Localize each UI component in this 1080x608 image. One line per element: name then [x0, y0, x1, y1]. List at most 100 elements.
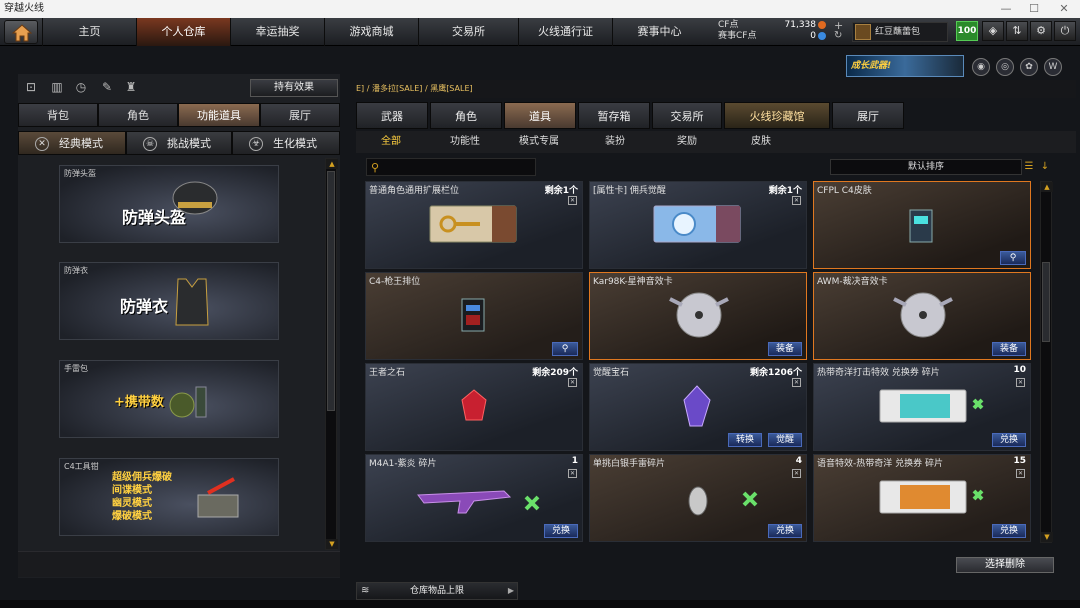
item-name: [属性卡] 佣兵觉醒: [593, 186, 666, 196]
maximize-button[interactable]: ☐: [1020, 0, 1048, 18]
holding-effect-button[interactable]: 持有效果: [250, 79, 338, 97]
filter-all[interactable]: 全部: [366, 133, 416, 151]
filter-dressup[interactable]: 装扮: [590, 133, 640, 151]
item-card[interactable]: 普通角色通用扩展栏位 剩余1个 ✕: [365, 181, 583, 269]
filter-mode-exclusive[interactable]: 模式专属: [508, 133, 570, 151]
item-card[interactable]: Kar98K-星神音效卡 装备: [589, 272, 807, 360]
tab-collection-hall[interactable]: 火线珍藏馆: [724, 102, 830, 129]
sort-dropdown[interactable]: 默认排序: [830, 159, 1022, 175]
item-card[interactable]: 语音特效-热带奇洋 兑换券 碎片 15 ✕ 兑换: [813, 454, 1031, 542]
filter-skins[interactable]: 皮肤: [736, 133, 786, 151]
minimize-button[interactable]: —: [992, 0, 1020, 18]
pack-display[interactable]: 红豆蘸蕾包: [852, 22, 948, 42]
clock-icon[interactable]: ◷: [72, 78, 90, 96]
home-button[interactable]: [4, 20, 38, 44]
item-card[interactable]: 热带奇洋打击特效 兑换券 碎片 10 ✕ 兑换: [813, 363, 1031, 451]
equip-button[interactable]: 装备: [768, 342, 802, 356]
item-card[interactable]: C4-枪王排位 ⚲: [365, 272, 583, 360]
w-badge-icon[interactable]: W: [1044, 58, 1062, 76]
mode-tab-zombie[interactable]: ☣ 生化模式: [232, 131, 340, 155]
redeem-button[interactable]: 兑换: [992, 524, 1026, 538]
mode-tab-challenge[interactable]: ☠ 挑战模式: [126, 131, 232, 155]
left-card-grenade[interactable]: 手雷包 +携带数: [59, 360, 279, 438]
left-scrollbar[interactable]: ▲ ▼: [325, 158, 338, 550]
left-tab-showroom[interactable]: 展厅: [260, 103, 340, 127]
mode-zombie-label: 生化模式: [273, 137, 317, 150]
trash-icon[interactable]: ✕: [568, 378, 577, 387]
shield-icon[interactable]: ◈: [982, 21, 1004, 41]
filter-rewards[interactable]: 奖励: [662, 133, 712, 151]
redeem-button[interactable]: 兑换: [544, 524, 578, 538]
equip-button[interactable]: 装备: [992, 342, 1026, 356]
tab-characters[interactable]: 角色: [430, 102, 502, 129]
awaken-button[interactable]: 觉醒: [768, 433, 802, 447]
left-card-helmet[interactable]: 防弹头盔 防弹头盔: [59, 165, 279, 243]
left-tab-function-items[interactable]: 功能道具: [178, 103, 260, 127]
search-input[interactable]: ⚲: [366, 158, 536, 176]
trash-icon[interactable]: ✕: [568, 469, 577, 478]
trash-icon[interactable]: ✕: [568, 196, 577, 205]
item-card[interactable]: AWM-裁决音效卡 装备: [813, 272, 1031, 360]
mode-tab-classic[interactable]: ✕ 经典模式: [18, 131, 126, 155]
sound-disc-icon: [893, 292, 953, 338]
select-delete-button[interactable]: 选择删除: [956, 557, 1054, 573]
item-card[interactable]: M4A1-紫炎 碎片 1 ✕ 兑换: [365, 454, 583, 542]
left-card-c4-pliers[interactable]: C4工具钳 超级佣兵爆破 间谍模式 幽灵模式 爆破模式: [59, 458, 279, 536]
item-name: 单挑白银手雷碎片: [593, 459, 666, 469]
nav-tab-home[interactable]: 主页: [42, 18, 136, 46]
scroll-up-icon[interactable]: ▲: [1041, 182, 1053, 192]
transfer-icon[interactable]: ⇅: [1006, 21, 1028, 41]
nav-tab-lucky-draw[interactable]: 幸运抽奖: [230, 18, 324, 46]
scroll-down-icon[interactable]: ▼: [326, 539, 338, 549]
tab-showroom[interactable]: 展厅: [832, 102, 904, 129]
convert-button[interactable]: 转换: [728, 433, 762, 447]
warehouse-capacity-bar[interactable]: ≋ 仓库物品上限 ▶: [356, 582, 518, 600]
redeem-button[interactable]: 兑换: [768, 524, 802, 538]
nav-tab-game-store[interactable]: 游戏商城: [324, 18, 418, 46]
preview-button[interactable]: ⚲: [552, 342, 578, 356]
item-card[interactable]: 觉醒宝石 剩余1206个 ✕ 转换 觉醒: [589, 363, 807, 451]
trash-icon[interactable]: ✕: [1016, 469, 1025, 478]
grid-scrollbar[interactable]: ▲ ▼: [1040, 181, 1053, 543]
power-icon[interactable]: ⏻: [1054, 21, 1076, 41]
nav-tab-exchange[interactable]: 交易所: [418, 18, 518, 46]
bag-icon[interactable]: ♜: [122, 78, 140, 96]
tab-weapons[interactable]: 武器: [356, 102, 428, 129]
scroll-up-icon[interactable]: ▲: [326, 159, 338, 169]
trash-icon[interactable]: ✕: [792, 196, 801, 205]
tab-items[interactable]: 道具: [504, 102, 576, 129]
item-card[interactable]: [属性卡] 佣兵觉醒 剩余1个 ✕: [589, 181, 807, 269]
nav-tab-battle-pass[interactable]: 火线通行证: [518, 18, 612, 46]
left-tab-character[interactable]: 角色: [98, 103, 178, 127]
trash-icon[interactable]: ✕: [1016, 378, 1025, 387]
nav-tab-event-center[interactable]: 赛事中心: [612, 18, 706, 46]
chart-icon[interactable]: ▥: [48, 78, 66, 96]
left-card-vest[interactable]: 防弹衣 防弹衣: [59, 262, 279, 340]
nav-tab-personal-warehouse[interactable]: 个人仓库: [136, 18, 230, 46]
scroll-down-icon[interactable]: ▼: [1041, 532, 1053, 542]
left-tab-backpack[interactable]: 背包: [18, 103, 98, 127]
gear-icon[interactable]: ⚙: [1030, 21, 1052, 41]
close-button[interactable]: ✕: [1050, 0, 1078, 18]
redeem-button[interactable]: 兑换: [992, 433, 1026, 447]
growth-weapon-banner[interactable]: 成长武器!: [846, 55, 964, 77]
trash-icon[interactable]: ✕: [792, 378, 801, 387]
trash-icon[interactable]: ✕: [792, 469, 801, 478]
filter-functional[interactable]: 功能性: [440, 133, 490, 151]
item-card[interactable]: 王者之石 剩余209个 ✕: [365, 363, 583, 451]
tools-icon[interactable]: ✎: [98, 78, 116, 96]
sort-arrow-icon[interactable]: ↓: [1038, 159, 1052, 175]
tab-storage-box[interactable]: 暂存箱: [578, 102, 650, 129]
tab-exchange[interactable]: 交易所: [652, 102, 722, 129]
target-badge-icon[interactable]: ◎: [996, 58, 1014, 76]
item-card[interactable]: CFPL C4皮肤 ⚲: [813, 181, 1031, 269]
refresh-icon[interactable]: ↻: [834, 30, 842, 41]
box-off-icon[interactable]: ⊡: [22, 78, 40, 96]
preview-button[interactable]: ⚲: [1000, 251, 1026, 265]
grid-scroll-thumb[interactable]: [1042, 262, 1050, 342]
left-scroll-thumb[interactable]: [327, 171, 335, 411]
list-icon[interactable]: ☰: [1022, 159, 1036, 175]
item-card[interactable]: 单挑白银手雷碎片 4 ✕ 兑换: [589, 454, 807, 542]
flower-badge-icon[interactable]: ✿: [1020, 58, 1038, 76]
eye-badge-icon[interactable]: ◉: [972, 58, 990, 76]
